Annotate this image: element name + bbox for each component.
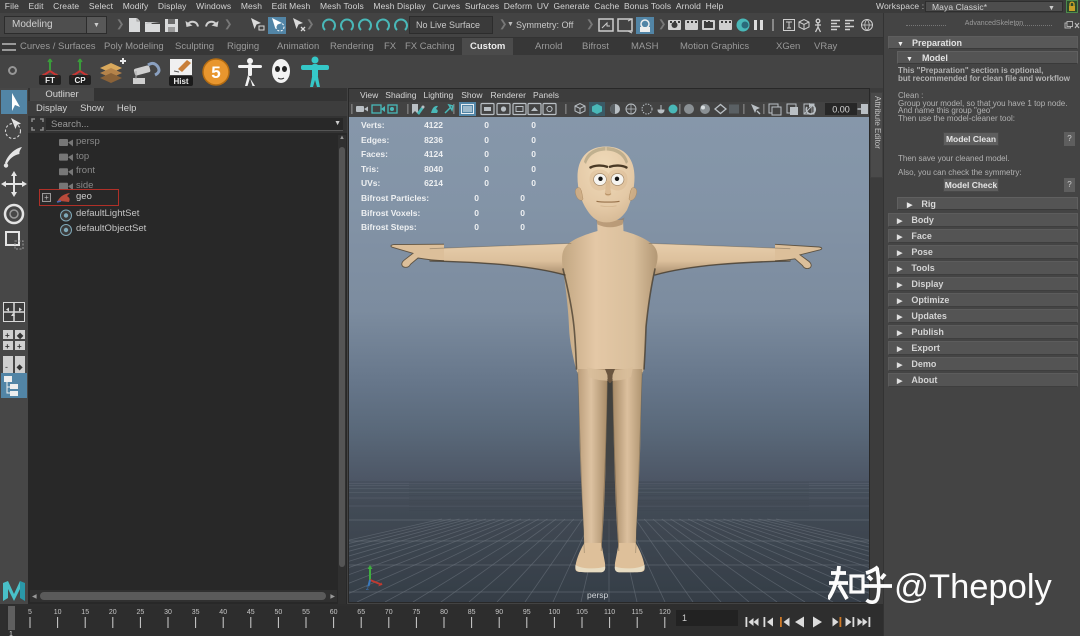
svg-text:1: 1 [9, 631, 13, 636]
svg-text:55: 55 [302, 609, 310, 616]
svg-text:120: 120 [659, 609, 671, 616]
svg-text:65: 65 [357, 609, 365, 616]
svg-text:0.00: 0.00 [832, 105, 850, 115]
svg-text:◆: ◆ [16, 331, 24, 340]
svg-text:50: 50 [275, 609, 283, 616]
svg-text:30: 30 [164, 609, 172, 616]
svg-text:90: 90 [495, 609, 503, 616]
svg-text:105: 105 [576, 609, 588, 616]
svg-text:110: 110 [604, 609, 615, 616]
svg-text:85: 85 [468, 609, 476, 616]
svg-text:+: + [17, 342, 22, 351]
svg-text:20: 20 [109, 609, 117, 616]
svg-text:25: 25 [137, 609, 145, 616]
svg-text:@Thepoly: @Thepoly [894, 568, 1053, 606]
svg-text:5: 5 [28, 609, 32, 616]
svg-text:Hist: Hist [173, 77, 188, 86]
svg-text:FT: FT [45, 76, 55, 85]
svg-text:70: 70 [385, 609, 393, 616]
svg-text:-: - [5, 362, 8, 372]
svg-text:100: 100 [549, 609, 561, 616]
svg-text:15: 15 [81, 609, 89, 616]
svg-text:◆: ◆ [17, 363, 24, 372]
svg-text:45: 45 [247, 609, 255, 616]
svg-text:10: 10 [54, 609, 62, 616]
svg-text:+: + [5, 331, 10, 340]
svg-text:75: 75 [413, 609, 421, 616]
svg-text:5: 5 [211, 63, 220, 82]
svg-text:115: 115 [632, 609, 643, 616]
svg-text:60: 60 [330, 609, 338, 616]
svg-text:80: 80 [440, 609, 448, 616]
svg-text:+: + [5, 342, 10, 351]
svg-text:40: 40 [219, 609, 227, 616]
svg-text:35: 35 [192, 609, 200, 616]
svg-text:CP: CP [74, 76, 86, 85]
svg-text:z: z [366, 586, 369, 591]
svg-text:95: 95 [523, 609, 531, 616]
